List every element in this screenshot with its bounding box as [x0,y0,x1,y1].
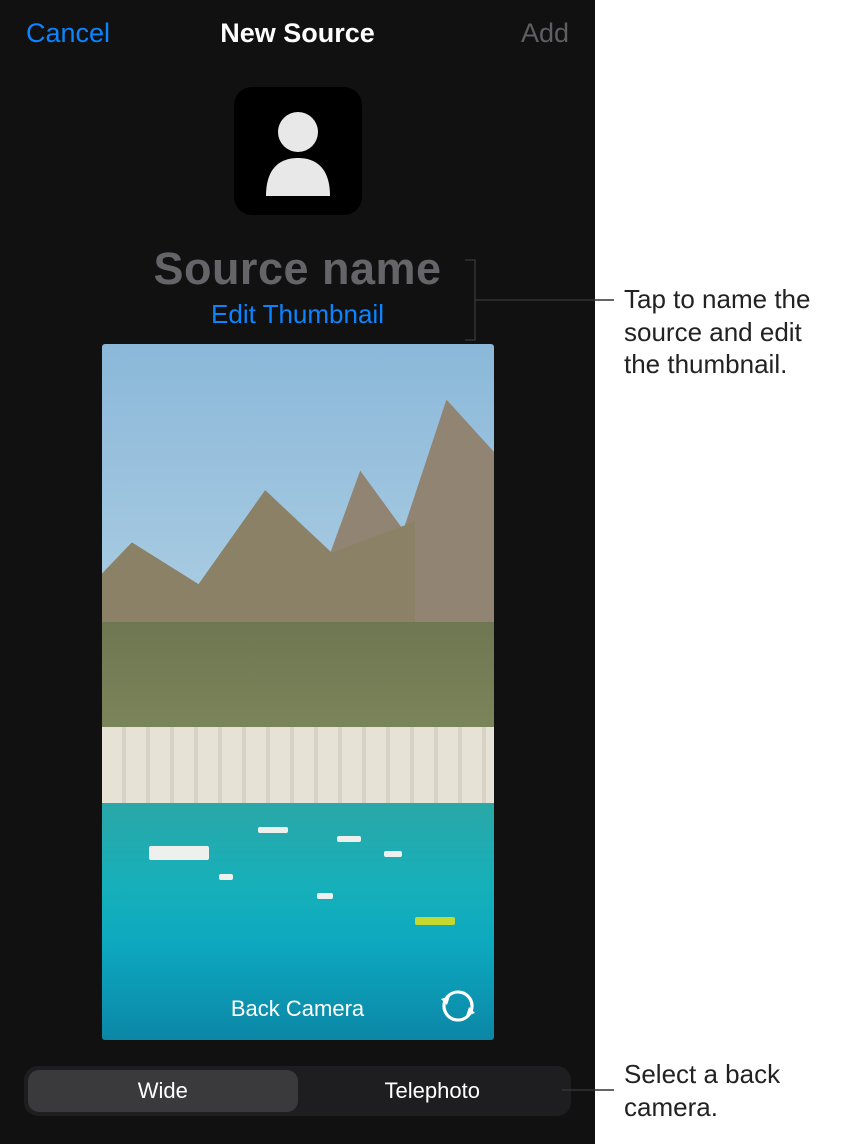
segment-telephoto[interactable]: Telephoto [298,1070,568,1112]
segment-wide[interactable]: Wide [28,1070,298,1112]
camera-preview-container: Back Camera [0,344,595,1040]
flip-camera-icon [436,984,480,1028]
callout-name-source: Tap to name the source and edit the thum… [624,283,844,381]
phone-panel: Cancel New Source Add Source name Edit T… [0,0,595,1144]
flip-camera-button[interactable] [436,984,480,1028]
callout-select-camera: Select a back camera. [624,1058,844,1123]
person-icon [258,106,338,196]
cancel-button[interactable]: Cancel [26,18,110,49]
add-button[interactable]: Add [521,18,569,49]
avatar-thumbnail[interactable] [234,87,362,215]
page-title: New Source [220,18,375,49]
camera-preview[interactable]: Back Camera [102,344,494,1040]
source-name-input[interactable]: Source name [0,243,595,295]
nav-bar: Cancel New Source Add [0,0,595,49]
avatar-container [0,87,595,215]
edit-thumbnail-button[interactable]: Edit Thumbnail [0,299,595,330]
camera-lens-segmented-control[interactable]: Wide Telephoto [24,1066,571,1116]
